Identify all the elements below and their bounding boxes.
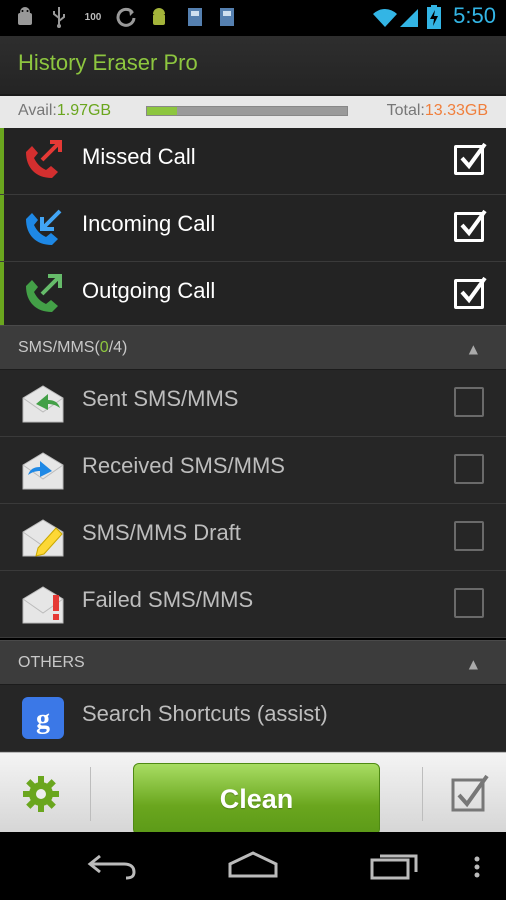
failed-mail-icon bbox=[20, 581, 66, 627]
list-item-missed-call[interactable]: Missed Call bbox=[0, 128, 506, 195]
outgoing-call-icon bbox=[20, 272, 66, 318]
checkbox-sms-draft[interactable] bbox=[454, 521, 484, 551]
section-header-sms[interactable]: SMS/MMS(0/4) ▲ bbox=[0, 325, 506, 370]
wifi-icon bbox=[372, 6, 398, 28]
available-storage: Avail:1.97GB bbox=[18, 102, 112, 119]
missed-call-icon bbox=[20, 138, 66, 184]
received-mail-icon bbox=[20, 447, 66, 493]
sd-card-icon bbox=[184, 6, 206, 28]
section-header-others[interactable]: OTHERS ▲ bbox=[0, 640, 506, 685]
android-debug-icon bbox=[14, 6, 36, 28]
storage-progress bbox=[146, 106, 348, 116]
app-title: History Eraser Pro bbox=[18, 50, 198, 75]
list-item-label: Sent SMS/MMS bbox=[82, 386, 239, 411]
home-icon[interactable] bbox=[226, 850, 280, 884]
battery-charging-icon bbox=[426, 5, 442, 29]
bottom-toolbar: Clean bbox=[0, 752, 506, 835]
checkbox-sent-sms[interactable] bbox=[454, 387, 484, 417]
list-item-outgoing-call[interactable]: Outgoing Call bbox=[0, 262, 506, 329]
status-bar: 100 5:50 bbox=[0, 0, 506, 36]
recent-apps-icon[interactable] bbox=[368, 850, 420, 884]
sd-card-icon bbox=[216, 6, 238, 28]
signal-icon bbox=[398, 6, 420, 28]
checkbox-received-sms[interactable] bbox=[454, 454, 484, 484]
google-search-icon: g bbox=[20, 695, 66, 741]
list-item-label: Outgoing Call bbox=[82, 278, 216, 303]
total-storage: Total:13.33GB bbox=[386, 102, 488, 119]
battery-100-icon: 100 bbox=[84, 11, 102, 23]
android-icon bbox=[148, 6, 170, 28]
list-item-label: Failed SMS/MMS bbox=[82, 587, 254, 612]
list-item-failed-sms[interactable]: Failed SMS/MMS bbox=[0, 571, 506, 638]
list-item-sms-draft[interactable]: SMS/MMS Draft bbox=[0, 504, 506, 571]
checkbox-failed-sms[interactable] bbox=[454, 588, 484, 618]
usb-icon bbox=[48, 6, 70, 28]
draft-mail-icon bbox=[20, 514, 66, 560]
selected-accent bbox=[0, 128, 4, 194]
list-item-received-sms[interactable]: Received SMS/MMS bbox=[0, 437, 506, 504]
list-item-label: SMS/MMS Draft bbox=[82, 520, 241, 545]
status-time: 5:50 bbox=[453, 3, 496, 28]
checkbox-missed-call[interactable] bbox=[454, 142, 487, 175]
list-item-sent-sms[interactable]: Sent SMS/MMS bbox=[0, 370, 506, 437]
list-item-label: Incoming Call bbox=[82, 211, 216, 236]
list-item-search-shortcuts[interactable]: g Search Shortcuts (assist) bbox=[0, 685, 506, 752]
collapse-icon[interactable]: ▲ bbox=[469, 342, 478, 356]
toolbar-divider bbox=[422, 767, 423, 821]
storage-progress-fill bbox=[147, 107, 177, 115]
toolbar-divider bbox=[90, 767, 91, 821]
incoming-call-icon bbox=[20, 205, 66, 251]
checkbox-incoming-call[interactable] bbox=[454, 209, 487, 242]
navigation-bar bbox=[0, 832, 506, 900]
svg-text:g: g bbox=[36, 704, 50, 735]
list-item-incoming-call[interactable]: Incoming Call bbox=[0, 195, 506, 262]
sync-icon bbox=[115, 6, 137, 28]
clean-button[interactable]: Clean bbox=[133, 763, 380, 835]
section-title: OTHERS bbox=[18, 654, 85, 671]
section-title: SMS/MMS(0/4) bbox=[18, 339, 128, 356]
checkbox-outgoing-call[interactable] bbox=[454, 276, 487, 309]
select-all-checkbox-icon[interactable] bbox=[450, 773, 490, 813]
title-bar: History Eraser Pro bbox=[0, 36, 506, 96]
selected-accent bbox=[0, 262, 4, 328]
overflow-menu-icon[interactable] bbox=[472, 856, 482, 882]
collapse-icon[interactable]: ▲ bbox=[469, 657, 478, 671]
list-item-label: Search Shortcuts (assist) bbox=[82, 701, 328, 726]
sent-mail-icon bbox=[20, 380, 66, 426]
list-item-label: Missed Call bbox=[82, 144, 196, 169]
selected-accent bbox=[0, 195, 4, 261]
storage-bar: Avail:1.97GB Total:13.33GB bbox=[0, 96, 506, 128]
back-icon[interactable] bbox=[86, 850, 138, 884]
list-item-label: Received SMS/MMS bbox=[82, 453, 285, 478]
settings-gear-icon[interactable] bbox=[22, 775, 60, 813]
